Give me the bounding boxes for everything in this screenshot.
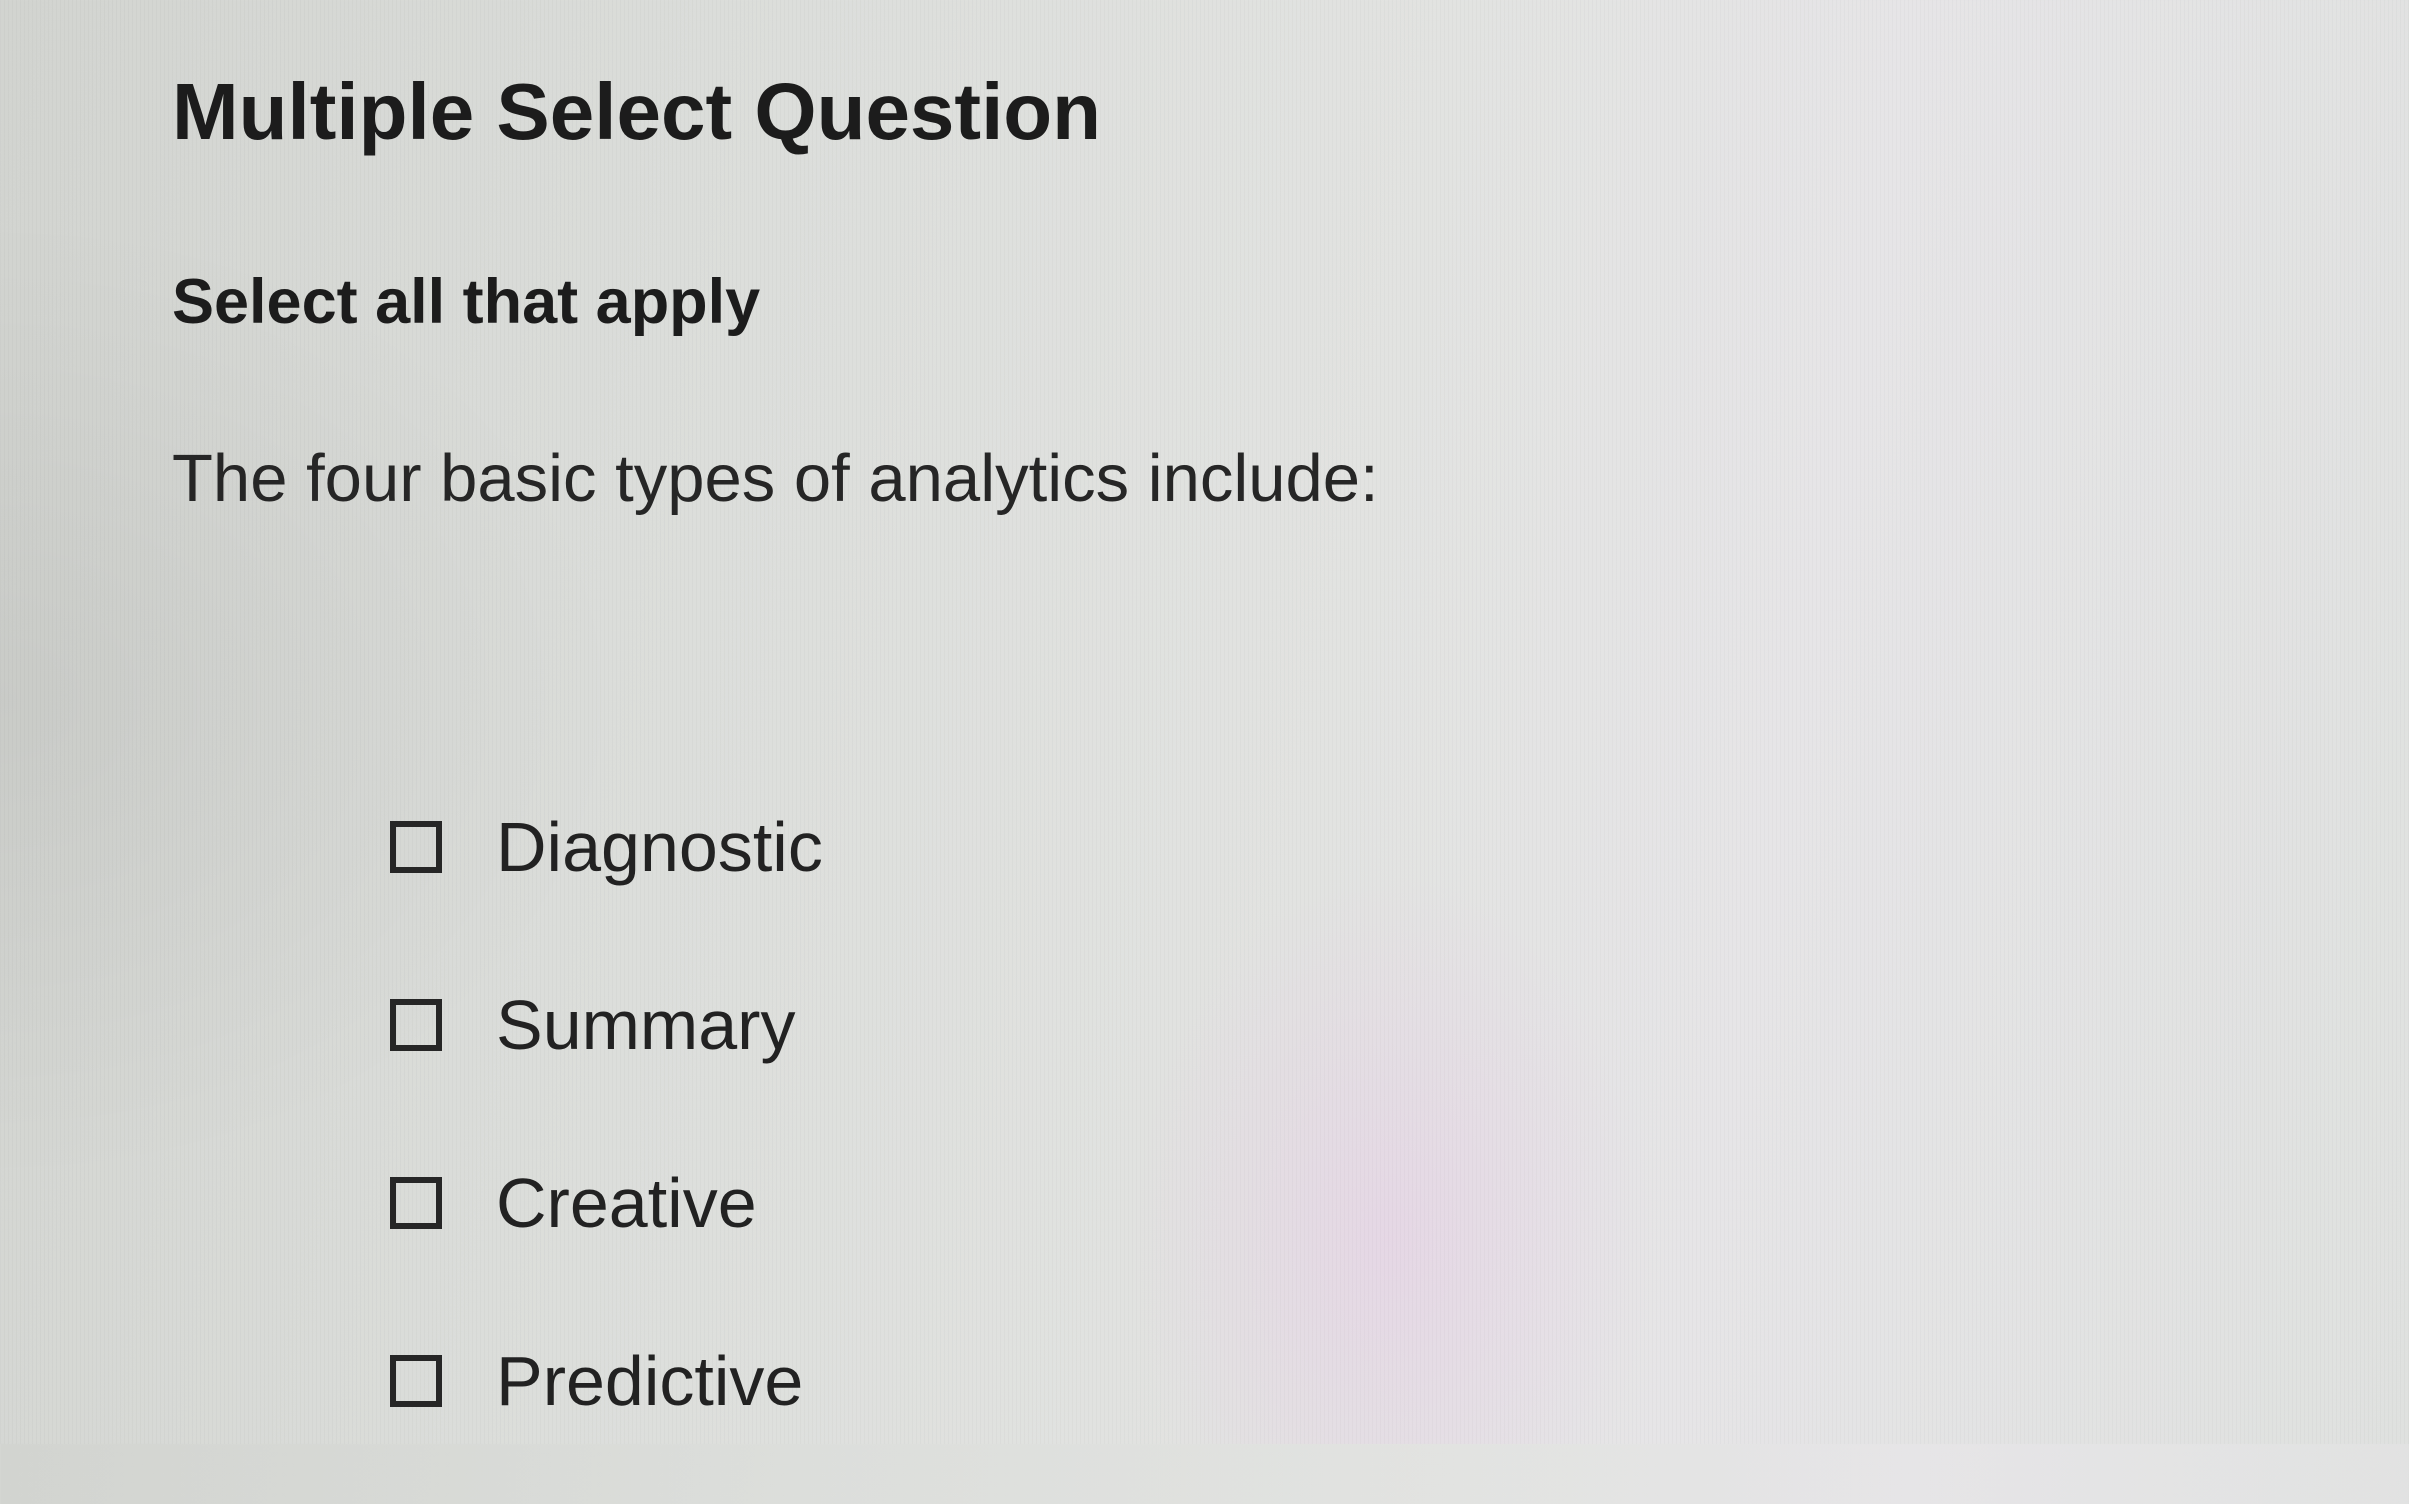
question-prompt: The four basic types of analytics includ…	[172, 441, 1379, 516]
instruction-text: Select all that apply	[172, 267, 761, 337]
checkbox-icon[interactable]	[390, 1177, 442, 1229]
answer-option-predictive[interactable]: Predictive	[390, 1326, 823, 1436]
checkbox-icon[interactable]	[390, 999, 442, 1051]
answer-option-creative[interactable]: Creative	[390, 1148, 823, 1258]
question-card: Multiple Select Question Select all that…	[172, 40, 2272, 1440]
answer-option-label[interactable]: Creative	[496, 1163, 757, 1243]
answer-option-summary[interactable]: Summary	[390, 970, 823, 1080]
answer-option-label[interactable]: Diagnostic	[496, 807, 823, 887]
checkbox-icon[interactable]	[390, 1355, 442, 1407]
answer-options: Diagnostic Summary Creative Predictive	[390, 792, 823, 1504]
checkbox-icon[interactable]	[390, 821, 442, 873]
answer-option-label[interactable]: Predictive	[496, 1341, 803, 1421]
question-type-heading: Multiple Select Question	[172, 67, 1102, 156]
answer-option-label[interactable]: Summary	[496, 985, 795, 1065]
answer-option-diagnostic[interactable]: Diagnostic	[390, 792, 823, 902]
